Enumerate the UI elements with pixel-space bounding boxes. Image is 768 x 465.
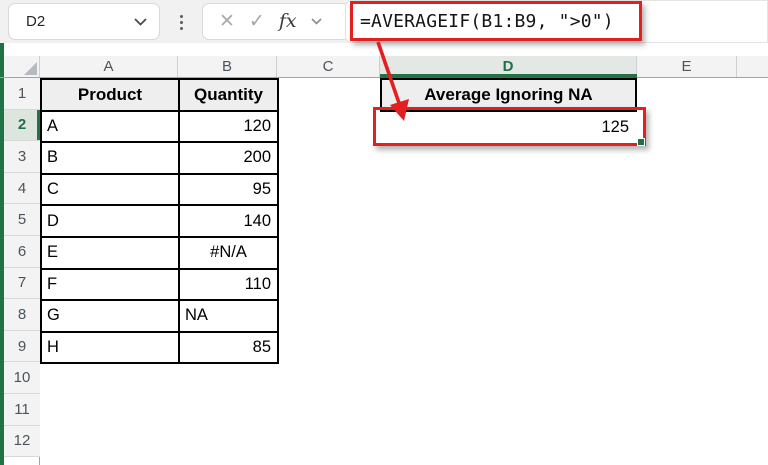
cell-A8[interactable]: G	[42, 301, 180, 333]
row-header-7[interactable]: 7	[4, 267, 40, 300]
cell-A4[interactable]: C	[42, 174, 180, 207]
excel-window: D2 ✕ ✓ fx =AVERAGEIF(B1:B9, ">0") A B C …	[0, 0, 768, 465]
name-box[interactable]: D2	[8, 3, 160, 40]
row-header-8[interactable]: 8	[4, 299, 40, 331]
row-header-11[interactable]: 11	[4, 393, 40, 426]
cell-B7[interactable]: 110	[180, 269, 279, 302]
cell-A1[interactable]: Product	[42, 80, 180, 112]
formula-toolbar: ✕ ✓ fx	[202, 3, 350, 40]
row-headers: 1 2 3 4 5 6 7 8 9 10 11 12	[4, 78, 41, 465]
cell-D1-result-header[interactable]: Average Ignoring NA	[380, 78, 637, 112]
row-header-1[interactable]: 1	[4, 78, 40, 110]
row-header-10[interactable]: 10	[4, 362, 40, 394]
cell-B8-na-text[interactable]: NA	[180, 301, 279, 333]
select-all-corner[interactable]	[4, 56, 40, 77]
formula-highlight-annotation: =AVERAGEIF(B1:B9, ">0")	[350, 1, 642, 41]
cell-B2[interactable]: 120	[180, 111, 279, 144]
column-header-e[interactable]: E	[637, 56, 737, 77]
fill-handle[interactable]	[637, 138, 645, 146]
column-header-f[interactable]	[737, 56, 768, 77]
formula-bar: D2 ✕ ✓ fx =AVERAGEIF(B1:B9, ">0")	[0, 0, 768, 43]
cell-A5[interactable]: D	[42, 206, 180, 238]
cell-A9[interactable]: H	[42, 332, 180, 365]
insert-function-icon[interactable]: fx	[279, 12, 297, 31]
fx-chevron-down-icon[interactable]	[311, 18, 322, 25]
column-header-b[interactable]: B	[178, 56, 277, 77]
row-header-12[interactable]: 12	[4, 425, 40, 458]
name-box-value: D2	[26, 13, 46, 30]
row-header-9[interactable]: 9	[4, 330, 40, 363]
formula-text: =AVERAGEIF(B1:B9, ">0")	[360, 10, 614, 32]
cell-A7[interactable]: F	[42, 269, 180, 302]
cell-A3[interactable]: B	[42, 143, 180, 175]
row-header-5[interactable]: 5	[4, 204, 40, 236]
column-header-a[interactable]: A	[40, 56, 178, 77]
row-header-3[interactable]: 3	[4, 141, 40, 173]
cell-B5[interactable]: 140	[180, 206, 279, 238]
cell-B3[interactable]: 200	[180, 143, 279, 175]
formula-bar-options-icon[interactable]	[176, 9, 186, 35]
cell-B1[interactable]: Quantity	[180, 80, 279, 112]
cell-B4[interactable]: 95	[180, 174, 279, 207]
row-header-2-selected[interactable]: 2	[4, 109, 41, 142]
cell-B6-na-error[interactable]: #N/A	[180, 237, 279, 270]
cancel-icon[interactable]: ✕	[219, 12, 235, 31]
cell-D2-result-value[interactable]: 125	[382, 112, 635, 142]
cell-A2[interactable]: A	[42, 111, 180, 144]
enter-icon[interactable]: ✓	[249, 12, 265, 31]
row-header-6[interactable]: 6	[4, 235, 40, 268]
select-all-triangle-icon	[24, 62, 37, 75]
cell-A6[interactable]: E	[42, 237, 180, 270]
cell-B9[interactable]: 85	[180, 332, 279, 365]
data-table: Product Quantity A 120 B 200 C 95 D 140 …	[40, 78, 279, 365]
chevron-down-icon[interactable]	[134, 17, 147, 26]
column-header-c[interactable]: C	[277, 56, 380, 77]
row-header-4[interactable]: 4	[4, 172, 40, 205]
